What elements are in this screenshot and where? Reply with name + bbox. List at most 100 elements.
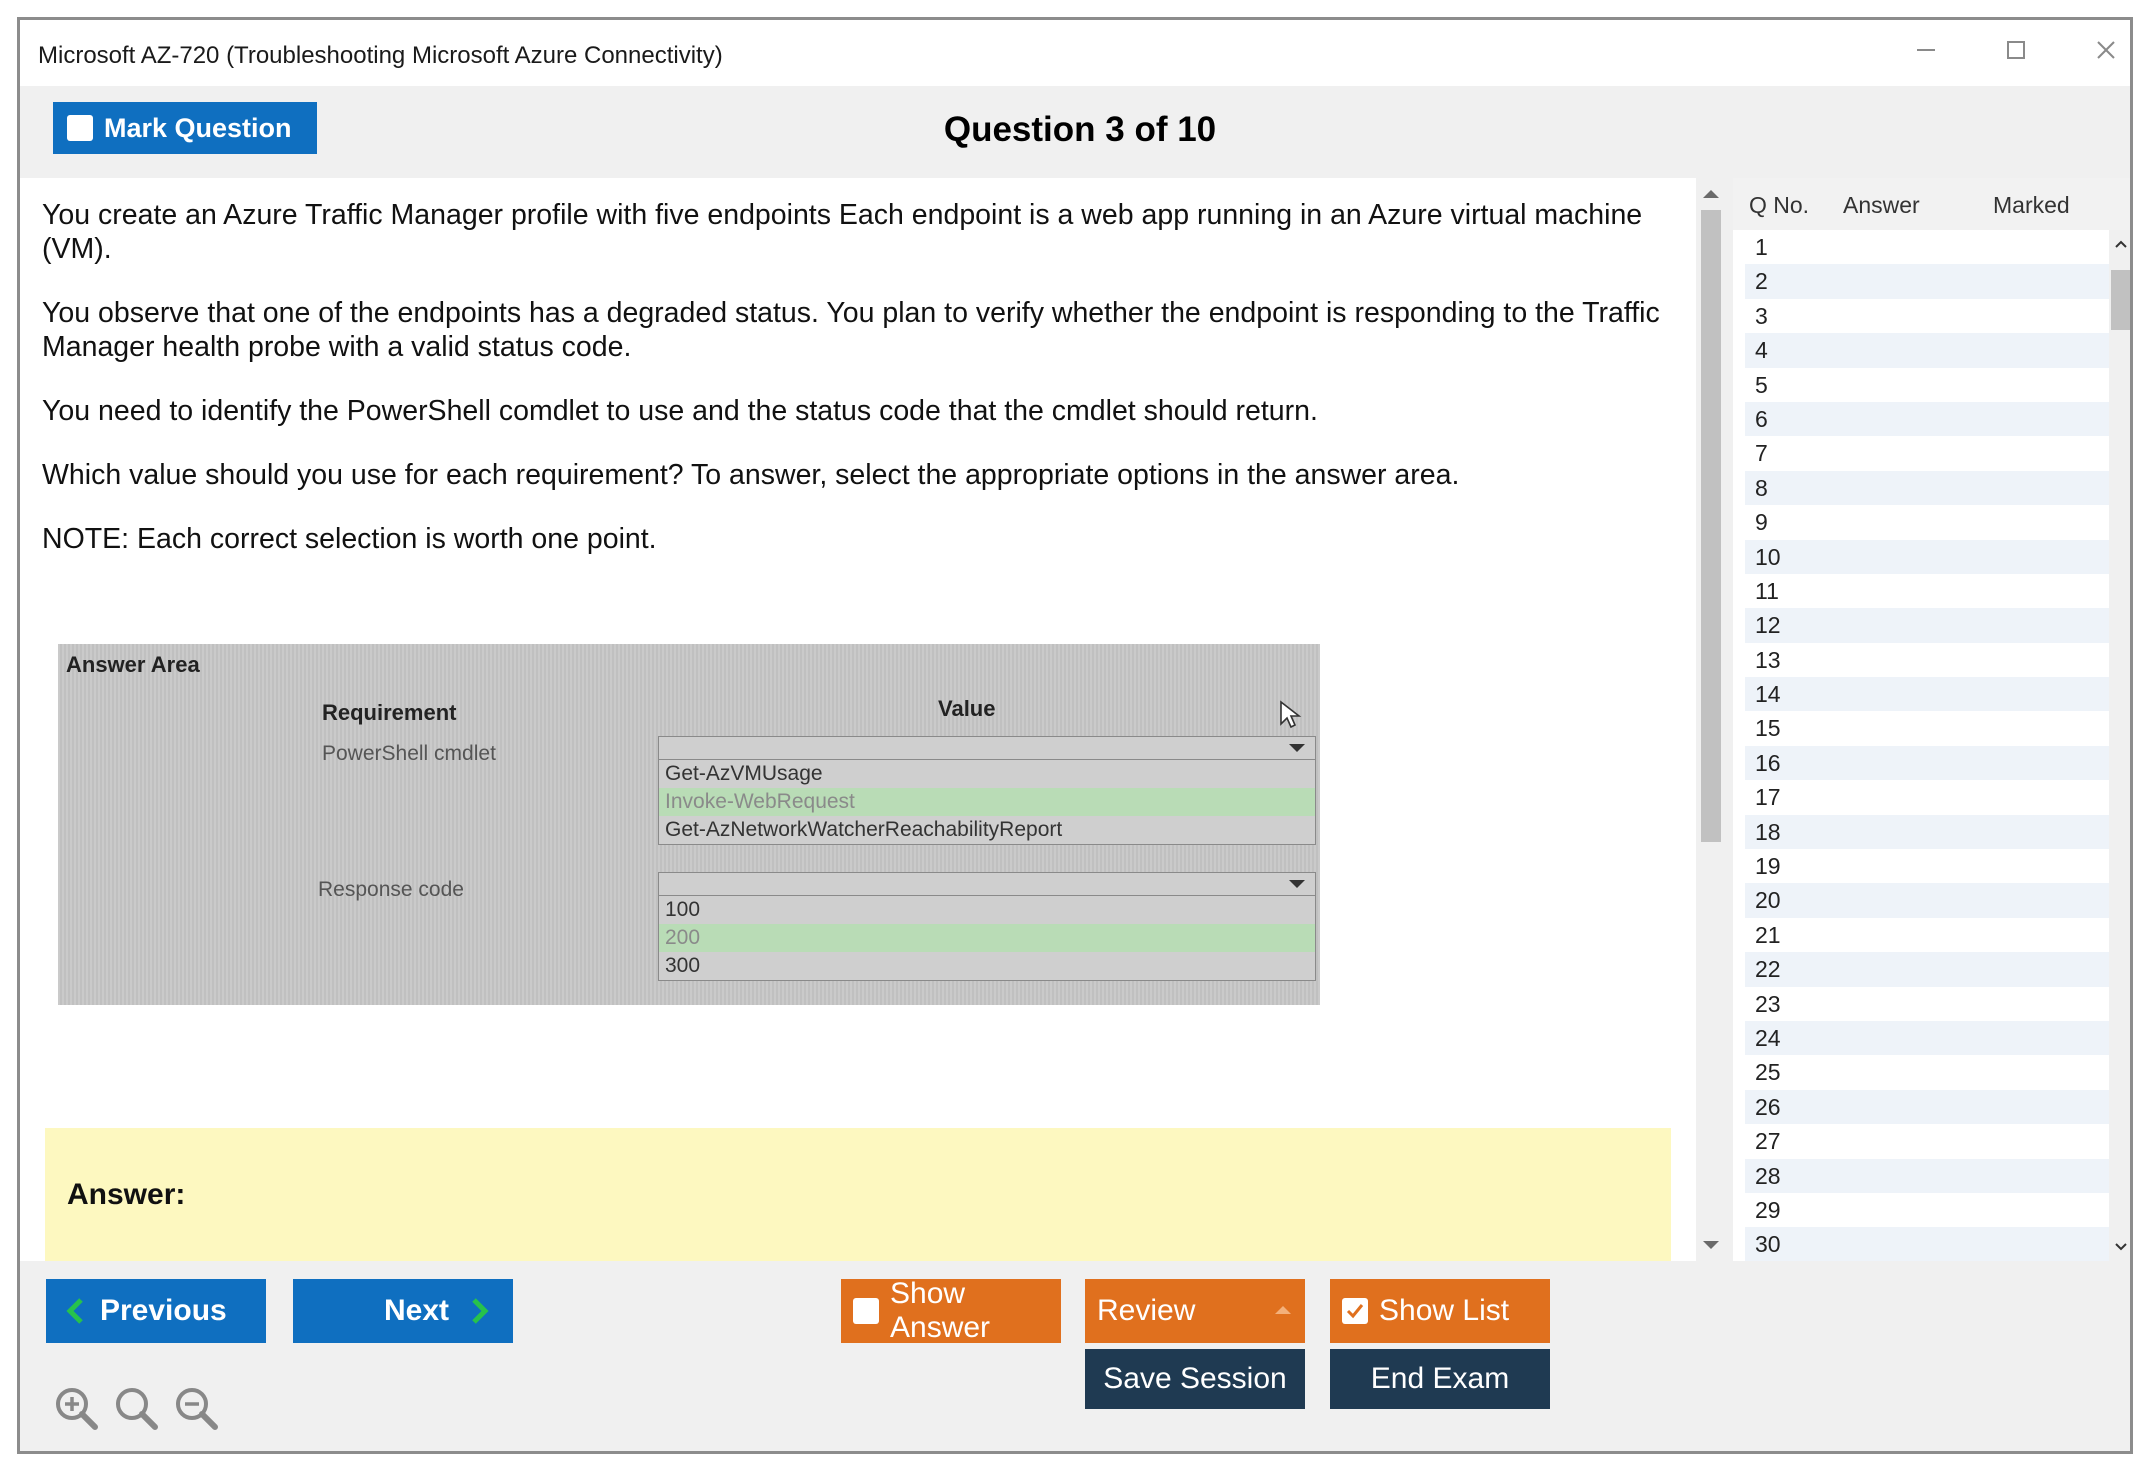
question-list-row[interactable]: 17: [1745, 780, 2109, 814]
chevron-down-icon: [1289, 880, 1305, 888]
dropdown-option[interactable]: 100: [659, 896, 1315, 924]
question-list-row[interactable]: 4: [1745, 333, 2109, 368]
qno-header: Q No.: [1749, 192, 1810, 218]
chevron-left-icon: [66, 1297, 84, 1325]
window-title: Microsoft AZ-720 (Troubleshooting Micros…: [38, 42, 723, 69]
question-list-row[interactable]: 13: [1745, 643, 2109, 677]
previous-label: Previous: [100, 1294, 227, 1327]
scroll-down-icon[interactable]: [1703, 1241, 1719, 1249]
mouse-cursor-icon: [1278, 700, 1304, 735]
show-list-label: Show List: [1379, 1294, 1510, 1327]
question-list-row[interactable]: 26: [1745, 1089, 2109, 1125]
close-window-button[interactable]: [2076, 32, 2130, 72]
zoom-in-icon: [52, 1388, 100, 1436]
list-scrollbar-thumb[interactable]: [2111, 270, 2130, 330]
answer-area-title: Answer Area: [66, 652, 200, 677]
save-session-button[interactable]: Save Session: [1085, 1349, 1305, 1409]
zoom-out-button[interactable]: [172, 1384, 220, 1432]
scrollbar-thumb[interactable]: [1701, 210, 1721, 842]
zoom-in-button[interactable]: [52, 1384, 100, 1432]
previous-button[interactable]: Previous: [46, 1279, 266, 1343]
dropdown-option[interactable]: Get-AzNetworkWatcherReachabilityReport: [659, 816, 1315, 844]
checkmark-icon: [1342, 1298, 1368, 1324]
chevron-down-icon: [1289, 744, 1305, 752]
question-list-row[interactable]: 3: [1745, 299, 2109, 333]
question-list-row[interactable]: 1: [1745, 230, 2109, 264]
zoom-out-icon: [172, 1388, 220, 1436]
answer-header: Answer: [1843, 192, 1920, 218]
question-list-row[interactable]: 29: [1745, 1193, 2109, 1227]
question-paragraph: You create an Azure Traffic Manager prof…: [42, 199, 1643, 265]
question-list-row[interactable]: 10: [1745, 539, 2109, 574]
question-list-row[interactable]: 16: [1745, 745, 2109, 781]
checkbox-icon: [853, 1298, 879, 1324]
question-list-row[interactable]: 15: [1745, 711, 2109, 745]
question-list-row[interactable]: 6: [1745, 401, 2109, 437]
question-list-row[interactable]: 12: [1745, 608, 2109, 643]
question-list-row[interactable]: 27: [1745, 1124, 2109, 1158]
show-answer-label: Show Answer: [890, 1277, 991, 1344]
response-code-dropdown[interactable]: 100 200 300: [658, 872, 1316, 981]
end-exam-label: End Exam: [1370, 1362, 1510, 1395]
question-list-row[interactable]: 25: [1745, 1055, 2109, 1089]
question-list-row[interactable]: 30: [1745, 1227, 2109, 1261]
question-list-row[interactable]: 24: [1745, 1020, 2109, 1056]
question-list-row[interactable]: 21: [1745, 918, 2109, 952]
requirement-label: PowerShell cmdlet: [322, 742, 496, 765]
requirement-label: Response code: [318, 878, 464, 901]
question-counter: Question 3 of 10: [943, 110, 1217, 149]
answer-panel: Answer:: [45, 1128, 1671, 1261]
question-list-row[interactable]: 2: [1745, 264, 2109, 299]
chevron-right-icon: [471, 1297, 489, 1325]
mark-question-label: Mark Question: [104, 112, 292, 143]
question-list-row[interactable]: 22: [1745, 952, 2109, 987]
question-list-row[interactable]: 23: [1745, 987, 2109, 1021]
question-paragraph: NOTE: Each correct selection is worth on…: [42, 523, 657, 555]
question-list: 1 2 3 4 5 6 7 8 9 10 11 12 13 14 15 16 17 18 19 20 21 22 23 24 2…: [1745, 230, 2109, 1261]
question-list-row[interactable]: 28: [1745, 1158, 2109, 1193]
list-scrollbar[interactable]: [2109, 230, 2130, 1261]
question-list-row[interactable]: 7: [1745, 436, 2109, 470]
show-answer-button[interactable]: Show Answer: [841, 1277, 1061, 1344]
question-list-panel: Q No. Answer Marked 1 2 3 4 5 6 7 8 9 10 11 12 13 14 1…: [1733, 178, 2130, 1261]
question-list-row[interactable]: 14: [1745, 677, 2109, 712]
question-paragraph: Which value should you use for each requ…: [42, 459, 1460, 491]
content-scrollbar[interactable]: [1696, 178, 1726, 1261]
answer-area-image: Answer Area Requirement Value PowerShell…: [58, 644, 1320, 1005]
zoom-reset-button[interactable]: [112, 1384, 160, 1432]
checkbox-icon: [67, 115, 93, 141]
review-button[interactable]: Review: [1085, 1279, 1305, 1343]
minimize-icon: [1915, 39, 1937, 66]
question-list-row[interactable]: 19: [1745, 849, 2109, 883]
show-list-button[interactable]: Show List: [1330, 1279, 1550, 1343]
zoom-reset-icon: [112, 1388, 160, 1436]
question-list-row[interactable]: 11: [1745, 574, 2109, 608]
question-list-row[interactable]: 5: [1745, 368, 2109, 402]
mark-question-button[interactable]: Mark Question: [53, 102, 317, 154]
title-bar: Microsoft AZ-720 (Troubleshooting Micros…: [20, 20, 2130, 86]
question-paragraph: You need to identify the PowerShell comd…: [42, 395, 1318, 427]
chevron-down-icon[interactable]: [2113, 1239, 2129, 1255]
maximize-button[interactable]: [1986, 32, 2046, 72]
save-session-label: Save Session: [1103, 1362, 1287, 1395]
next-button[interactable]: Next: [293, 1279, 513, 1343]
dropdown-option-highlighted[interactable]: Invoke-WebRequest: [659, 788, 1315, 816]
chevron-up-icon[interactable]: [2113, 236, 2129, 252]
next-label: Next: [383, 1294, 449, 1327]
question-list-row[interactable]: 18: [1745, 814, 2109, 850]
maximize-icon: [2005, 39, 2027, 66]
review-label: Review: [1097, 1294, 1196, 1327]
question-list-row[interactable]: 8: [1745, 470, 2109, 506]
marked-header: Marked: [1993, 192, 2070, 218]
dropdown-option-highlighted[interactable]: 200: [659, 924, 1315, 952]
minimize-button[interactable]: [1896, 32, 1956, 72]
dropdown-option[interactable]: 300: [659, 952, 1315, 980]
question-list-row[interactable]: 20: [1745, 883, 2109, 918]
end-exam-button[interactable]: End Exam: [1330, 1349, 1550, 1409]
question-content[interactable]: You create an Azure Traffic Manager prof…: [20, 178, 1696, 1261]
dropdown-option[interactable]: Get-AzVMUsage: [659, 760, 1315, 788]
question-list-row[interactable]: 9: [1745, 505, 2109, 539]
cmdlet-dropdown[interactable]: Get-AzVMUsage Invoke-WebRequest Get-AzNe…: [658, 736, 1316, 845]
value-header: Value: [938, 696, 996, 721]
scroll-up-icon[interactable]: [1703, 190, 1719, 198]
